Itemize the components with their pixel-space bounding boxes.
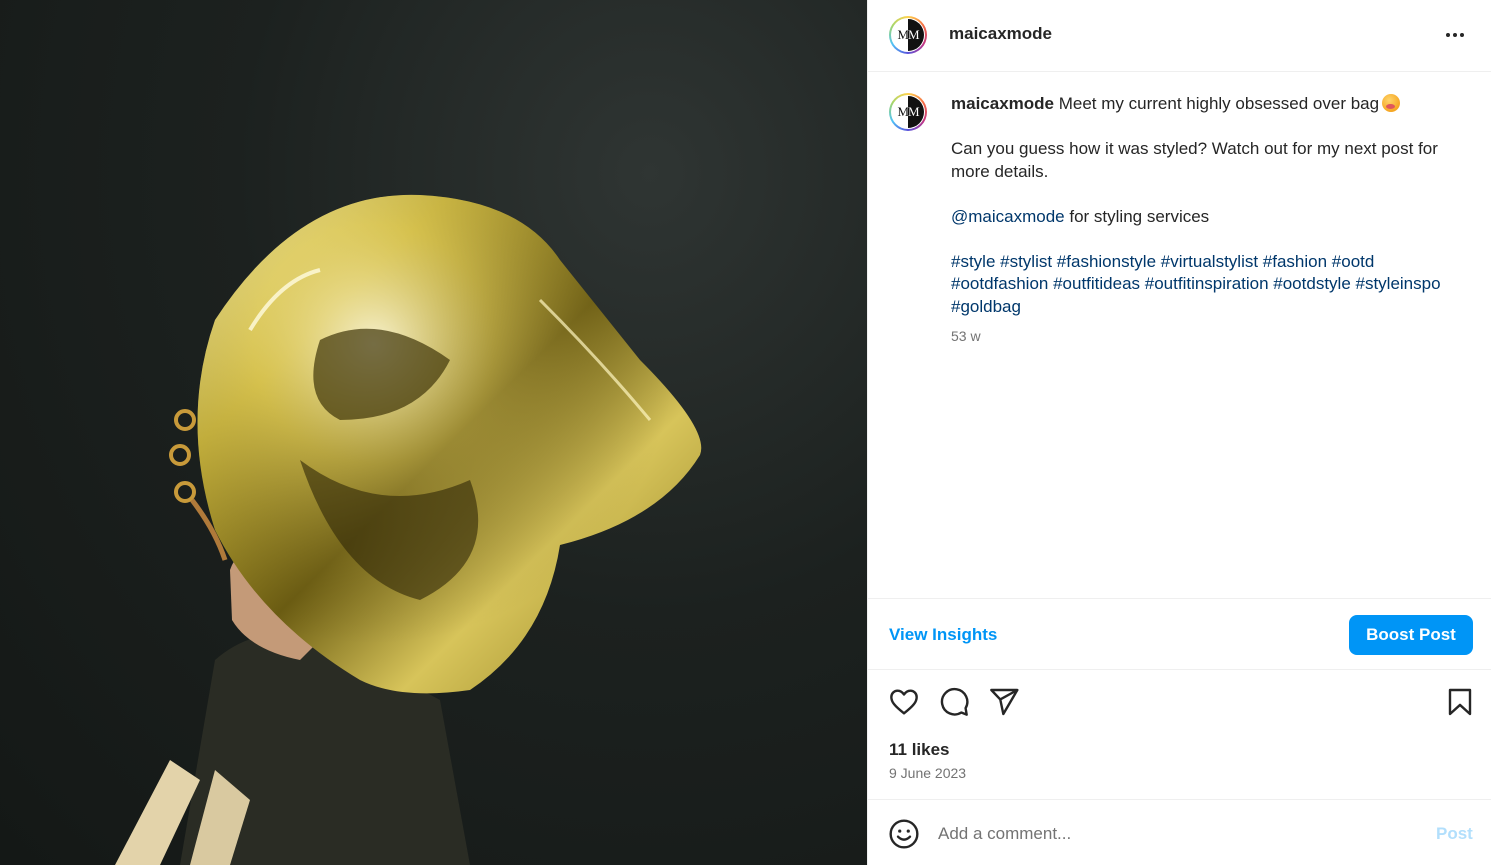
comment-bar: Post bbox=[868, 799, 1491, 865]
caption-line2: Can you guess how it was styled? Watch o… bbox=[951, 139, 1438, 181]
hashtags[interactable]: #style #stylist #fashionstyle #virtualst… bbox=[951, 251, 1471, 319]
more-horizontal-icon[interactable] bbox=[1440, 22, 1470, 48]
view-insights-link[interactable]: View Insights bbox=[889, 625, 997, 645]
post-details-panel: MM maicaxmode MM maicaxmode Meet my curr… bbox=[867, 0, 1491, 865]
likes-count[interactable]: 11 likes bbox=[889, 740, 950, 760]
face-with-hand-over-mouth-emoji bbox=[1382, 94, 1401, 112]
share-icon[interactable] bbox=[988, 686, 1020, 718]
mention-suffix: for styling services bbox=[1064, 206, 1210, 226]
smiley-icon[interactable] bbox=[888, 818, 920, 850]
caption-section: MM maicaxmode Meet my current highly obs… bbox=[868, 73, 1491, 598]
insights-bar: View Insights Boost Post bbox=[868, 598, 1491, 670]
action-bar bbox=[868, 680, 1491, 728]
avatar[interactable]: MM bbox=[889, 16, 927, 54]
gold-bag-photo bbox=[115, 194, 702, 865]
caption-timestamp[interactable]: 53 w bbox=[951, 325, 1471, 348]
mention-link[interactable]: @maicaxmode bbox=[951, 207, 1065, 226]
caption-line1: Meet my current highly obsessed over bag bbox=[1058, 94, 1380, 113]
comment-icon[interactable] bbox=[938, 686, 970, 718]
caption-avatar[interactable]: MM bbox=[889, 93, 927, 131]
bookmark-icon[interactable] bbox=[1444, 686, 1476, 718]
post-image[interactable] bbox=[0, 0, 867, 865]
boost-post-button[interactable]: Boost Post bbox=[1349, 615, 1473, 655]
post-date: 9 June 2023 bbox=[889, 765, 967, 781]
post-comment-button[interactable]: Post bbox=[1436, 824, 1473, 844]
caption-username[interactable]: maicaxmode bbox=[951, 94, 1054, 113]
comment-input[interactable] bbox=[938, 820, 1408, 848]
caption-text: maicaxmode Meet my current highly obsess… bbox=[951, 93, 1471, 347]
author-username[interactable]: maicaxmode bbox=[949, 24, 1052, 44]
post-header: MM maicaxmode bbox=[868, 0, 1491, 72]
heart-icon[interactable] bbox=[888, 686, 920, 718]
